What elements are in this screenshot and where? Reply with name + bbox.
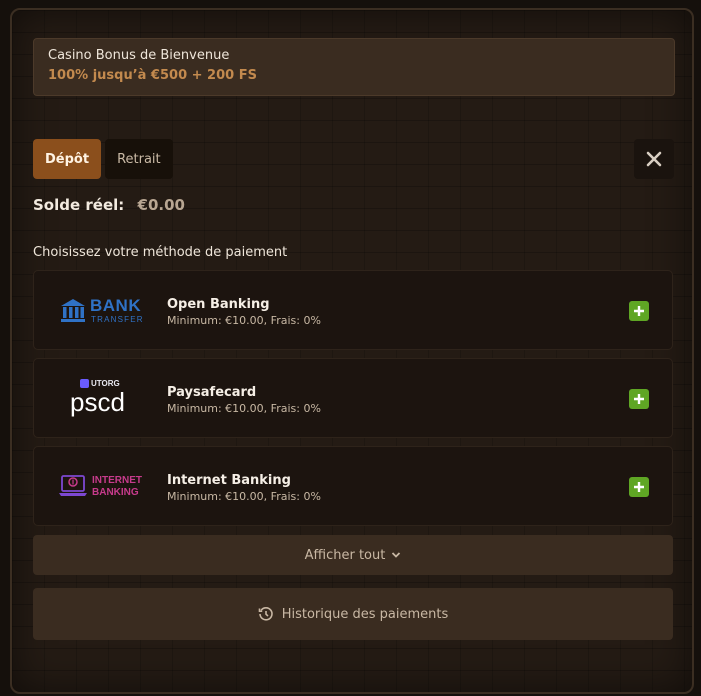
bank-logo-line1: BANK (90, 296, 142, 315)
laptop-dollar-icon (59, 475, 87, 496)
internet-logo-line2: BANKING (92, 487, 139, 498)
payment-methods-list: BANK TRANSFER Open Banking Minimum: €10.… (33, 270, 673, 534)
method-name: Open Banking (167, 297, 270, 312)
close-icon (646, 151, 662, 167)
add-paysafecard-button[interactable] (629, 389, 649, 409)
close-button[interactable] (634, 139, 674, 179)
method-desc: Minimum: €10.00, Frais: 0% (167, 402, 321, 415)
method-desc: Minimum: €10.00, Frais: 0% (167, 490, 321, 503)
method-name: Internet Banking (167, 473, 291, 488)
payment-history-button[interactable]: Historique des paiements (33, 588, 673, 640)
history-icon (258, 607, 273, 621)
method-name: Paysafecard (167, 385, 257, 400)
method-internet-banking[interactable]: INTERNET BANKING Internet Banking Minimu… (33, 446, 673, 526)
method-desc: Minimum: €10.00, Frais: 0% (167, 314, 321, 327)
add-internet-banking-button[interactable] (629, 477, 649, 497)
payment-modal: Casino Bonus de Bienvenue 100% jusqu’à €… (10, 8, 694, 694)
bonus-offer: 100% jusqu’à €500 + 200 FS (48, 68, 257, 83)
plus-icon (634, 482, 644, 492)
tab-deposit[interactable]: Dépôt (33, 139, 102, 179)
bank-logo-line2: TRANSFER (91, 315, 144, 324)
deposit-withdraw-tabs: Dépôt Retrait (33, 139, 173, 179)
method-paysafecard[interactable]: UTORG pscd Paysafecard Minimum: €10.00, … (33, 358, 673, 438)
pscd-text: pscd (70, 387, 125, 417)
tab-withdraw[interactable]: Retrait (105, 139, 173, 179)
history-label: Historique des paiements (281, 606, 449, 622)
bank-building-icon (61, 299, 85, 322)
plus-icon (634, 306, 644, 316)
bonus-title: Casino Bonus de Bienvenue (48, 48, 230, 63)
internet-logo-line1: INTERNET (92, 475, 142, 486)
plus-icon (634, 394, 644, 404)
method-open-banking[interactable]: BANK TRANSFER Open Banking Minimum: €10.… (33, 270, 673, 350)
internet-banking-logo: INTERNET BANKING (56, 465, 148, 509)
show-all-label: Afficher tout (304, 547, 386, 563)
add-open-banking-button[interactable] (629, 301, 649, 321)
balance-label: Solde réel: (33, 196, 125, 214)
chevron-down-icon (392, 552, 401, 558)
balance-value: €0.00 (137, 196, 185, 214)
real-balance: Solde réel: €0.00 (33, 196, 185, 214)
bank-transfer-logo: BANK TRANSFER (56, 289, 148, 333)
choose-method-heading: Choisissez votre méthode de paiement (33, 245, 288, 260)
welcome-bonus-banner[interactable]: Casino Bonus de Bienvenue 100% jusqu’à €… (33, 38, 675, 96)
show-all-button[interactable]: Afficher tout (33, 535, 673, 575)
paysafecard-logo: UTORG pscd (56, 377, 148, 421)
